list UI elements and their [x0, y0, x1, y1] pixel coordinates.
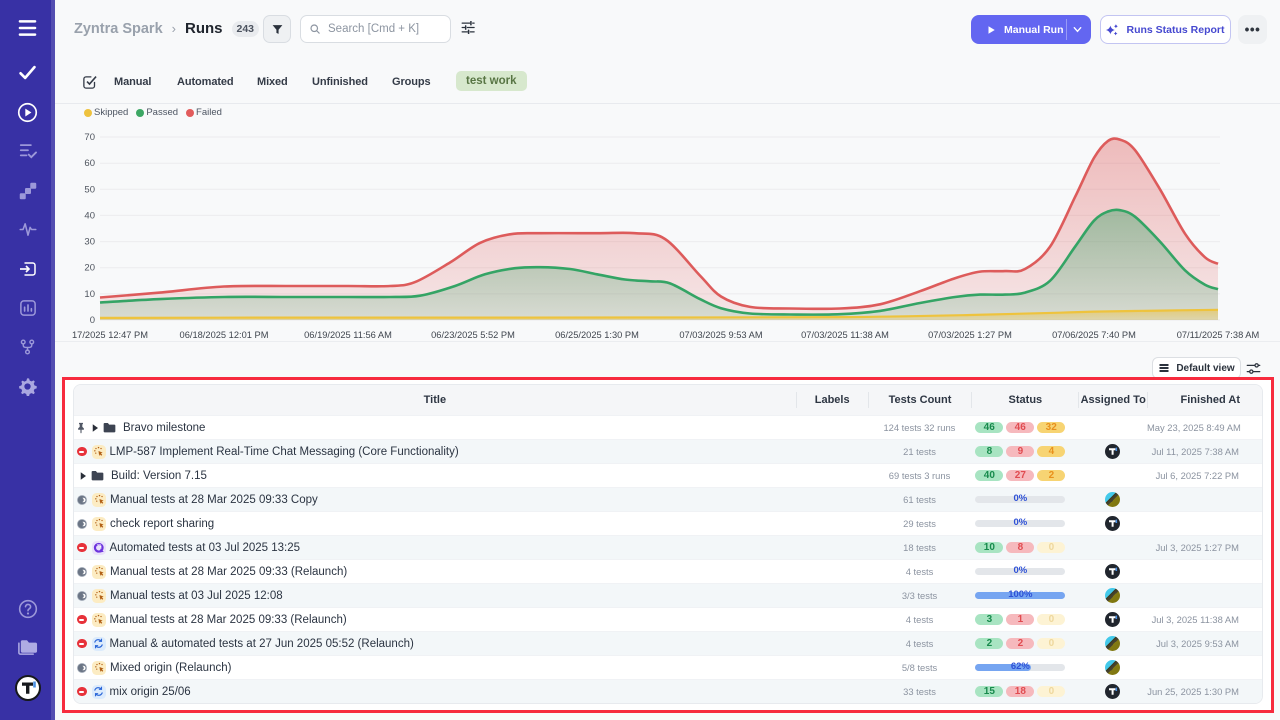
svg-text:07/03/2025 11:38 AM: 07/03/2025 11:38 AM [801, 330, 889, 340]
svg-text:20: 20 [84, 263, 95, 274]
svg-text:40: 40 [84, 210, 95, 221]
svg-text:17/2025 12:47 PM: 17/2025 12:47 PM [72, 330, 148, 340]
svg-text:07/11/2025 7:38 AM: 07/11/2025 7:38 AM [1177, 330, 1260, 340]
svg-text:70: 70 [84, 132, 95, 143]
svg-text:07/03/2025 1:27 PM: 07/03/2025 1:27 PM [928, 330, 1012, 340]
svg-text:0: 0 [90, 315, 95, 326]
svg-text:60: 60 [84, 158, 95, 169]
svg-text:06/25/2025 1:30 PM: 06/25/2025 1:30 PM [555, 330, 639, 340]
svg-text:50: 50 [84, 184, 95, 195]
svg-text:06/19/2025 11:56 AM: 06/19/2025 11:56 AM [304, 330, 392, 340]
svg-text:07/03/2025 9:53 AM: 07/03/2025 9:53 AM [679, 330, 762, 340]
svg-text:30: 30 [84, 237, 95, 248]
svg-text:06/18/2025 12:01 PM: 06/18/2025 12:01 PM [180, 330, 269, 340]
svg-text:07/06/2025 7:40 PM: 07/06/2025 7:40 PM [1052, 330, 1136, 340]
svg-text:10: 10 [84, 289, 95, 300]
svg-text:06/23/2025 5:52 PM: 06/23/2025 5:52 PM [431, 330, 515, 340]
